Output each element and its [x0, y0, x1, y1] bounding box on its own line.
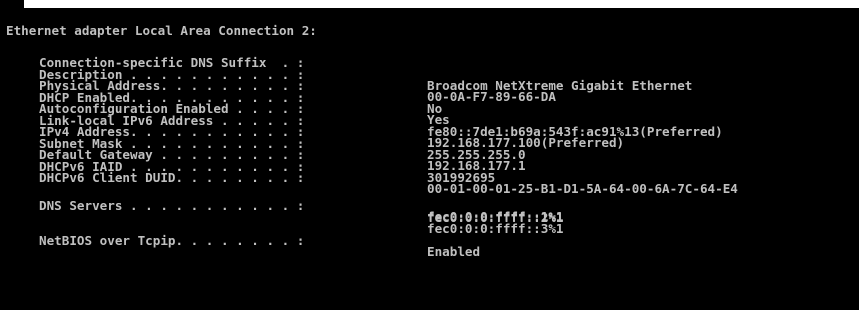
entry-row: Connection-specific DNS Suffix . :	[0, 46, 304, 69]
entry-row: Subnet Mask . . . . . . . . . . . : 255.…	[0, 127, 526, 161]
dns-servers-label: DNS Servers . . . . . . . . . . . :	[39, 198, 305, 214]
entry-row: Link-local IPv6 Address . . . . . : fe80…	[0, 104, 723, 138]
entry-row: DHCP Enabled. . . . . . . . . . . : No	[0, 81, 442, 115]
dns-servers-row: DNS Servers . . . . . . . . . . . : fec0…	[0, 189, 563, 223]
entry-label: DHCPv6 Client DUID. . . . . . . . :	[39, 170, 305, 186]
adapter-header: Ethernet adapter Local Area Connection 2…	[6, 23, 317, 39]
entry-row: DHCPv6 IAID . . . . . . . . . . . : 3019…	[0, 150, 495, 184]
entry-row: Default Gateway . . . . . . . . . : 192.…	[0, 138, 526, 172]
command-prompt-console[interactable]: Ethernet adapter Local Area Connection 2…	[0, 8, 859, 310]
dns-server-value: fec0:0:0:ffff::3%1	[427, 221, 564, 237]
entry-row: DHCPv6 Client DUID. . . . . . . . : 00-0…	[0, 161, 738, 195]
netbios-row: NetBIOS over Tcpip. . . . . . . . : Enab…	[0, 224, 480, 258]
entry-row: IPv4 Address. . . . . . . . . . . : 192.…	[0, 115, 624, 149]
entry-value: 00-01-00-01-25-B1-D1-5A-64-00-6A-7C-64-E…	[427, 181, 738, 197]
entry-row: Physical Address. . . . . . . . . : 00-0…	[0, 69, 556, 103]
window-edge	[0, 0, 24, 8]
adapter-header-line: Ethernet adapter Local Area Connection 2…	[0, 14, 317, 37]
netbios-value: Enabled	[427, 243, 481, 259]
entry-row: Description . . . . . . . . . . . : Broa…	[0, 58, 692, 92]
dns-servers-row: fec0:0:0:ffff::2%1	[0, 201, 563, 224]
dns-servers-row: fec0:0:0:ffff::3%1	[0, 212, 563, 235]
netbios-label: NetBIOS over Tcpip. . . . . . . . :	[39, 232, 305, 248]
entry-value: 00-0A-F7-89-66-DA	[427, 89, 556, 105]
entry-row: Autoconfiguration Enabled . . . . : Yes	[0, 92, 450, 126]
